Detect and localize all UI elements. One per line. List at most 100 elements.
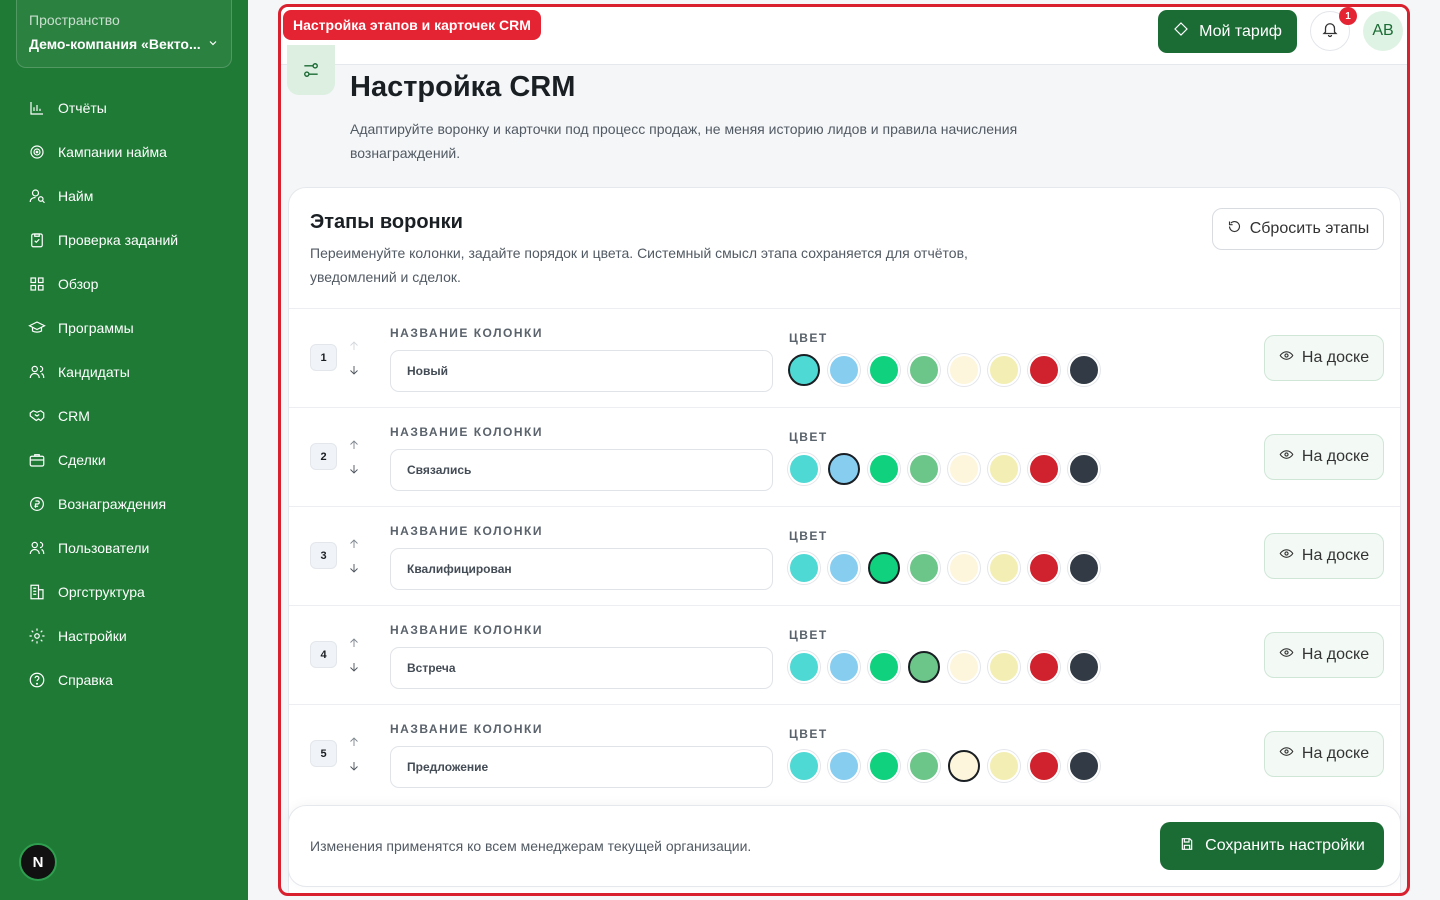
sidebar-item-10[interactable]: Вознаграждения (0, 482, 248, 526)
sidebar-item-4[interactable]: Проверка заданий (0, 218, 248, 262)
chart-icon (28, 99, 46, 117)
color-swatch[interactable] (988, 354, 1020, 386)
save-icon (1179, 836, 1195, 857)
sidebar-item-label: Программы (58, 320, 134, 336)
move-down-button[interactable] (347, 363, 361, 377)
chevron-down-icon (207, 36, 219, 52)
my-tariff-button[interactable]: Мой тариф (1158, 10, 1297, 53)
color-swatch[interactable] (868, 651, 900, 683)
move-up-button[interactable] (347, 636, 361, 650)
sidebar-item-11[interactable]: Пользователи (0, 526, 248, 570)
sidebar-item-9[interactable]: Сделки (0, 438, 248, 482)
column-name-input[interactable] (390, 350, 773, 392)
color-label: ЦВЕТ (789, 628, 828, 642)
column-name-input[interactable] (390, 449, 773, 491)
column-name-input[interactable] (390, 647, 773, 689)
color-swatch[interactable] (788, 651, 820, 683)
color-swatch[interactable] (948, 651, 980, 683)
color-swatch[interactable] (828, 651, 860, 683)
move-up-button[interactable] (347, 339, 361, 353)
color-swatch[interactable] (788, 354, 820, 386)
color-label: ЦВЕТ (789, 529, 828, 543)
on-board-toggle[interactable]: На доске (1264, 434, 1384, 480)
color-swatch[interactable] (788, 453, 820, 485)
color-label: ЦВЕТ (789, 430, 828, 444)
move-up-button[interactable] (347, 735, 361, 749)
color-swatch[interactable] (788, 552, 820, 584)
color-swatch[interactable] (828, 750, 860, 782)
eye-icon (1279, 348, 1294, 368)
color-swatch[interactable] (908, 651, 940, 683)
sidebar-item-12[interactable]: Оргструктура (0, 570, 248, 614)
color-swatch[interactable] (1068, 651, 1100, 683)
sidebar-item-1[interactable]: Отчёты (0, 86, 248, 130)
sidebar-item-14[interactable]: Справка (0, 658, 248, 702)
sidebar-item-label: Кампании найма (58, 144, 167, 160)
on-board-toggle[interactable]: На доске (1264, 533, 1384, 579)
move-up-button[interactable] (347, 537, 361, 551)
color-swatch[interactable] (1068, 750, 1100, 782)
color-swatch[interactable] (908, 750, 940, 782)
move-down-button[interactable] (347, 561, 361, 575)
sidebar-item-7[interactable]: Кандидаты (0, 350, 248, 394)
reset-stages-button[interactable]: Сбросить этапы (1212, 208, 1384, 250)
move-up-button[interactable] (347, 438, 361, 452)
sidebar-item-2[interactable]: Кампании найма (0, 130, 248, 174)
color-swatch[interactable] (828, 453, 860, 485)
user-search-icon (28, 187, 46, 205)
color-swatch[interactable] (1028, 453, 1060, 485)
color-swatch[interactable] (828, 552, 860, 584)
on-board-toggle[interactable]: На доске (1264, 731, 1384, 777)
app-badge[interactable]: N (19, 843, 57, 881)
color-swatch[interactable] (1028, 750, 1060, 782)
stage-number: 4 (310, 641, 337, 668)
color-swatch[interactable] (1028, 354, 1060, 386)
color-swatch[interactable] (908, 354, 940, 386)
color-swatch[interactable] (868, 453, 900, 485)
on-board-toggle[interactable]: На доске (1264, 632, 1384, 678)
sidebar-item-13[interactable]: Настройки (0, 614, 248, 658)
sidebar-item-3[interactable]: Найм (0, 174, 248, 218)
color-swatch[interactable] (828, 354, 860, 386)
column-name-input[interactable] (390, 548, 773, 590)
column-name-label: НАЗВАНИЕ КОЛОНКИ (390, 326, 543, 340)
color-swatch[interactable] (948, 552, 980, 584)
stage-row: 3 НАЗВАНИЕ КОЛОНКИ ЦВЕТ На доске (289, 506, 1400, 605)
sidebar-item-label: Обзор (58, 276, 99, 292)
move-down-button[interactable] (347, 759, 361, 773)
color-swatch[interactable] (988, 552, 1020, 584)
page-description: Адаптируйте воронку и карточки под проце… (350, 121, 1018, 161)
sidebar-item-8[interactable]: CRM (0, 394, 248, 438)
eye-icon (1279, 744, 1294, 764)
sidebar-item-label: Настройки (58, 628, 127, 644)
main-content: Мой тариф 1 AB Настройка этапов и карточ… (278, 4, 1410, 896)
sidebar-item-5[interactable]: Обзор (0, 262, 248, 306)
color-swatch[interactable] (1068, 354, 1100, 386)
color-swatch[interactable] (788, 750, 820, 782)
color-swatch[interactable] (868, 354, 900, 386)
color-swatch[interactable] (908, 552, 940, 584)
save-settings-button[interactable]: Сохранить настройки (1160, 822, 1384, 870)
color-swatch[interactable] (868, 750, 900, 782)
color-swatch[interactable] (988, 453, 1020, 485)
arrow-up-icon (350, 341, 358, 350)
color-swatch[interactable] (948, 453, 980, 485)
color-swatch[interactable] (948, 750, 980, 782)
color-swatch[interactable] (988, 750, 1020, 782)
move-down-button[interactable] (347, 462, 361, 476)
color-swatch[interactable] (1028, 552, 1060, 584)
color-swatch[interactable] (988, 651, 1020, 683)
on-board-toggle[interactable]: На доске (1264, 335, 1384, 381)
sidebar-item-6[interactable]: Программы (0, 306, 248, 350)
color-swatch[interactable] (908, 453, 940, 485)
color-swatch[interactable] (1068, 552, 1100, 584)
sidebar-item-label: Пользователи (58, 540, 150, 556)
color-swatch[interactable] (948, 354, 980, 386)
color-swatch[interactable] (868, 552, 900, 584)
move-down-button[interactable] (347, 660, 361, 674)
avatar[interactable]: AB (1363, 11, 1403, 51)
column-name-input[interactable] (390, 746, 773, 788)
workspace-switcher[interactable]: Пространство Демо-компания «Векто... (16, 0, 232, 68)
color-swatch[interactable] (1068, 453, 1100, 485)
color-swatch[interactable] (1028, 651, 1060, 683)
